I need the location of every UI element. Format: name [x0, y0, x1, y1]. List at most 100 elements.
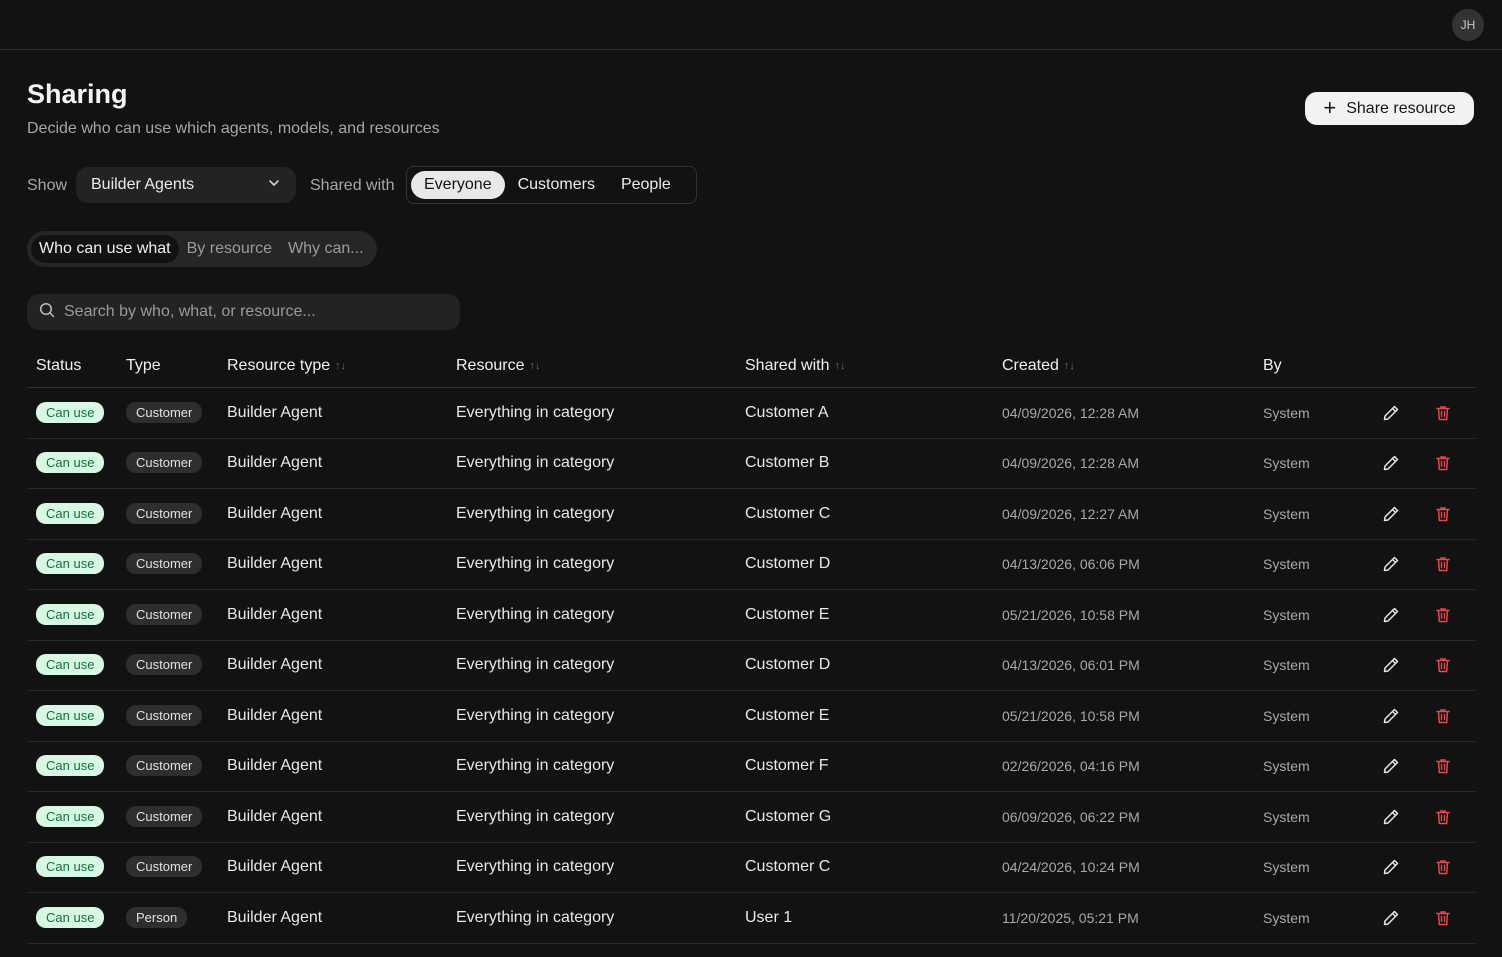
- resource-cell: Everything in category: [456, 706, 615, 724]
- tab-why-can[interactable]: Why can...: [280, 235, 372, 263]
- share-resource-label: Share resource: [1346, 99, 1456, 117]
- status-cell: Can use: [36, 603, 105, 625]
- resource-type-cell: Builder Agent: [227, 656, 323, 674]
- shared-with-cell: Customer F: [745, 757, 829, 775]
- type-badge: Customer: [126, 553, 203, 575]
- sort-icon: ↑↓: [1063, 360, 1075, 372]
- shared-with-cell: Customer C: [745, 858, 831, 876]
- table-row[interactable]: Can use Customer Builder Agent Everythin…: [27, 590, 1475, 641]
- resource-cell: Everything in category: [456, 858, 615, 876]
- shared-with-people[interactable]: People: [608, 171, 684, 199]
- shared-with-everyone[interactable]: Everyone: [411, 171, 505, 199]
- show-select-value: Builder Agents: [91, 176, 195, 193]
- trash-icon[interactable]: [1433, 504, 1453, 524]
- pencil-icon[interactable]: [1381, 655, 1401, 675]
- status-cell: Can use: [36, 502, 105, 524]
- status-badge: Can use: [36, 704, 105, 726]
- created-cell: 05/21/2026, 10:58 PM: [1002, 707, 1140, 724]
- pencil-icon[interactable]: [1381, 908, 1401, 928]
- trash-icon[interactable]: [1433, 908, 1453, 928]
- type-badge: Customer: [126, 755, 203, 777]
- pencil-icon[interactable]: [1381, 504, 1401, 524]
- pencil-icon[interactable]: [1381, 807, 1401, 827]
- share-resource-button[interactable]: + Share resource: [1305, 92, 1474, 125]
- created-cell: 02/26/2026, 04:16 PM: [1002, 758, 1140, 775]
- type-cell: Customer: [126, 755, 203, 777]
- status-badge: Can use: [36, 603, 105, 625]
- resource-cell: Everything in category: [456, 403, 615, 421]
- resource-cell: Everything in category: [456, 454, 615, 472]
- status-cell: Can use: [36, 401, 105, 423]
- trash-icon[interactable]: [1433, 756, 1453, 776]
- by-cell: System: [1263, 859, 1310, 876]
- table-row[interactable]: Can use Customer Builder Agent Everythin…: [27, 641, 1475, 691]
- pencil-icon[interactable]: [1381, 756, 1401, 776]
- table-row[interactable]: Can use Customer Builder Agent Everythin…: [27, 691, 1475, 742]
- type-badge: Customer: [126, 452, 203, 474]
- resource-cell: Everything in category: [456, 757, 615, 775]
- type-cell: Customer: [126, 805, 203, 827]
- shared-with-customers[interactable]: Customers: [505, 171, 608, 199]
- table-row[interactable]: Can use Customer Builder Agent Everythin…: [27, 540, 1475, 590]
- created-cell: 11/20/2025, 05:21 PM: [1002, 909, 1139, 926]
- created-cell: 04/13/2026, 06:01 PM: [1002, 657, 1140, 674]
- tab-who-can-use-what[interactable]: Who can use what: [31, 235, 179, 263]
- col-shared-with[interactable]: Shared with ↑↓: [745, 357, 846, 375]
- type-cell: Customer: [126, 401, 203, 423]
- by-cell: System: [1263, 707, 1310, 724]
- chevron-down-icon: [267, 176, 281, 195]
- type-cell: Customer: [126, 553, 203, 575]
- table-row[interactable]: Can use Customer Builder Agent Everythin…: [27, 388, 1475, 439]
- page-subtitle: Decide who can use which agents, models,…: [27, 120, 440, 137]
- resource-cell: Everything in category: [456, 605, 615, 623]
- status-cell: Can use: [36, 805, 105, 827]
- search-box: [27, 294, 460, 330]
- pencil-icon[interactable]: [1381, 706, 1401, 726]
- type-cell: Person: [126, 906, 188, 928]
- status-cell: Can use: [36, 553, 105, 575]
- by-cell: System: [1263, 808, 1310, 825]
- trash-icon[interactable]: [1433, 453, 1453, 473]
- by-cell: System: [1263, 657, 1310, 674]
- status-cell: Can use: [36, 755, 105, 777]
- pencil-icon[interactable]: [1381, 605, 1401, 625]
- shared-with-cell: Customer E: [745, 605, 830, 623]
- trash-icon[interactable]: [1433, 403, 1453, 423]
- tab-by-resource[interactable]: By resource: [179, 235, 280, 263]
- col-resource[interactable]: Resource ↑↓: [456, 357, 540, 375]
- pencil-icon[interactable]: [1381, 554, 1401, 574]
- trash-icon[interactable]: [1433, 605, 1453, 625]
- table-row[interactable]: Can use Customer Builder Agent Everythin…: [27, 742, 1475, 792]
- resource-type-cell: Builder Agent: [227, 908, 323, 926]
- trash-icon[interactable]: [1433, 706, 1453, 726]
- status-badge: Can use: [36, 654, 105, 676]
- type-cell: Customer: [126, 856, 203, 878]
- trash-icon[interactable]: [1433, 554, 1453, 574]
- avatar[interactable]: JH: [1452, 9, 1484, 41]
- trash-icon[interactable]: [1433, 655, 1453, 675]
- col-created[interactable]: Created ↑↓: [1002, 357, 1075, 375]
- type-cell: Customer: [126, 452, 203, 474]
- table-row[interactable]: Can use Customer Builder Agent Everythin…: [27, 439, 1475, 489]
- pencil-icon[interactable]: [1381, 857, 1401, 877]
- shared-with-cell: Customer G: [745, 807, 832, 825]
- shared-with-cell: Customer E: [745, 706, 830, 724]
- table-row[interactable]: Can use Customer Builder Agent Everythin…: [27, 489, 1475, 540]
- table-row[interactable]: Can use Person Builder Agent Everything …: [27, 893, 1475, 944]
- show-select[interactable]: Builder Agents: [76, 167, 296, 203]
- by-cell: System: [1263, 505, 1310, 522]
- created-cell: 06/09/2026, 06:22 PM: [1002, 808, 1140, 825]
- resource-cell: Everything in category: [456, 908, 615, 926]
- trash-icon[interactable]: [1433, 807, 1453, 827]
- plus-icon: +: [1323, 94, 1337, 120]
- type-badge: Customer: [126, 805, 203, 827]
- pencil-icon[interactable]: [1381, 453, 1401, 473]
- table-row[interactable]: Can use Customer Builder Agent Everythin…: [27, 843, 1475, 893]
- pencil-icon[interactable]: [1381, 403, 1401, 423]
- trash-icon[interactable]: [1433, 857, 1453, 877]
- status-cell: Can use: [36, 654, 105, 676]
- table-row[interactable]: Can use Customer Builder Agent Everythin…: [27, 792, 1475, 843]
- col-resource-type[interactable]: Resource type ↑↓: [227, 357, 346, 375]
- search-input[interactable]: [64, 303, 444, 321]
- created-cell: 05/21/2026, 10:58 PM: [1002, 606, 1140, 623]
